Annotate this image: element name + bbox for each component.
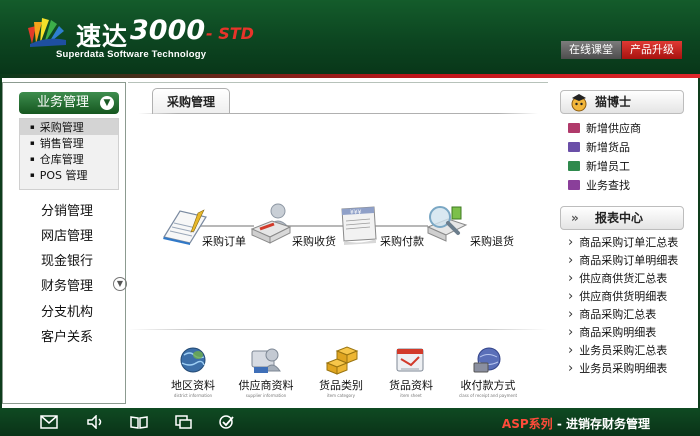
report-link[interactable]: 商品采购订单明细表 [568, 252, 678, 268]
link-new-employee[interactable]: 新增员工 [568, 158, 630, 174]
footer-brand-rest: - 进销存财务管理 [552, 417, 650, 431]
quick-item-category[interactable]: 货品类别 item category [308, 345, 374, 398]
book-icon [568, 180, 580, 190]
status-bar: ASP系列 - 进销存财务管理 [0, 408, 700, 436]
tab-underline [138, 113, 538, 114]
quick-category-label: 货品类别 [319, 379, 363, 392]
report-link[interactable]: 商品采购订单汇总表 [568, 234, 678, 250]
sidebar-item-cash-bank[interactable]: 现金银行 [41, 250, 93, 269]
flow-label-order[interactable]: 采购订单 [202, 233, 246, 249]
flow-label-return[interactable]: 采购退货 [470, 233, 514, 249]
cat-doctor-icon [571, 94, 587, 112]
tab-purchase-management[interactable]: 采购管理 [152, 88, 230, 114]
expert-title: 猫博士 [595, 95, 632, 109]
footer-brand-asp: ASP系列 [501, 417, 553, 431]
sidebar-item-crm[interactable]: 客户关系 [41, 326, 93, 345]
speaker-icon[interactable] [86, 415, 104, 429]
double-chevron-icon: » [571, 211, 579, 225]
report-link[interactable]: 供应商供货汇总表 [568, 270, 667, 286]
link-business-search-label: 业务查找 [586, 179, 630, 192]
payment-invoice-icon[interactable]: ¥¥¥ [336, 205, 382, 245]
boxes-icon [325, 346, 359, 375]
product-upgrade-button[interactable]: 产品升级 [622, 41, 682, 59]
quick-district-label: 地区资料 [171, 379, 215, 392]
link-new-item-label: 新增货品 [586, 141, 630, 154]
svg-text:¥¥¥: ¥¥¥ [350, 209, 362, 216]
report-link[interactable]: 业务员采购汇总表 [568, 342, 667, 358]
logo-edition: - STD [206, 24, 254, 43]
book-icon [568, 161, 580, 171]
report-link[interactable]: 供应商供货明细表 [568, 288, 667, 304]
quick-district-sub: district information [173, 393, 213, 398]
report-link[interactable]: 商品采购汇总表 [568, 306, 656, 322]
check-icon[interactable] [218, 415, 236, 429]
link-new-supplier[interactable]: 新增供应商 [568, 120, 641, 136]
mail-icon[interactable] [40, 415, 58, 429]
quick-item-label: 货品资料 [389, 379, 433, 392]
chevron-down-icon: ▼ [113, 277, 127, 291]
quick-payment-method[interactable]: 收付款方式 class of receipt and payment [448, 345, 528, 398]
submenu-item-pos[interactable]: POS 管理 [20, 167, 118, 183]
book-icon[interactable] [130, 415, 148, 429]
chevron-down-icon: ▼ [100, 96, 114, 110]
submenu-item-warehouse[interactable]: 仓库管理 [20, 151, 118, 167]
submenu-item-sales[interactable]: 销售管理 [20, 135, 118, 151]
quick-item-sub: item sheet [400, 393, 422, 398]
footer-brand: ASP系列 - 进销存财务管理 [502, 415, 650, 432]
quick-district-info[interactable]: 地区资料 district information [158, 345, 228, 398]
sidebar-item-distribution[interactable]: 分销管理 [41, 200, 93, 219]
app-header: 速达 3000 - STD Superdata Software Technol… [0, 0, 700, 78]
quick-category-sub: item category [327, 393, 355, 398]
window-icon[interactable] [174, 415, 192, 429]
quick-item-sheet[interactable]: 货品资料 item sheet [378, 345, 444, 398]
quick-payment-label: 收付款方式 [460, 379, 516, 392]
logo-fan-icon [28, 18, 66, 47]
report-link[interactable]: 业务员采购明细表 [568, 360, 667, 376]
link-business-search[interactable]: 业务查找 [568, 177, 630, 193]
main-panel: 采购管理 采购订单 采购收货 ¥¥¥ 采购付款 采购退货 地区资料 distri… [128, 82, 548, 404]
expert-header: 猫博士 [560, 90, 684, 114]
quick-payment-sub: class of receipt and payment [458, 393, 518, 398]
online-class-button[interactable]: 在线课堂 [561, 41, 622, 59]
link-new-employee-label: 新增员工 [586, 160, 630, 173]
globe-icon [180, 347, 206, 373]
book-icon [568, 142, 580, 152]
sidebar-item-finance-label: 财务管理 [41, 279, 94, 294]
submenu-item-purchase[interactable]: 采购管理 [20, 119, 118, 135]
quick-supplier-info[interactable]: 供应商资料 supplier information [226, 345, 306, 398]
quick-supplier-sub: supplier information [245, 393, 287, 398]
return-magnifier-icon[interactable] [424, 203, 470, 245]
section-divider [128, 329, 548, 330]
supplier-icon [251, 348, 281, 373]
sidebar-item-branches[interactable]: 分支机构 [41, 301, 93, 320]
sidebar-item-webshop[interactable]: 网店管理 [41, 225, 93, 244]
flow-label-payment[interactable]: 采购付款 [380, 233, 424, 249]
business-management-button[interactable]: 业务管理 ▼ [19, 92, 119, 114]
report-title: 报表中心 [595, 211, 644, 225]
sidebar-item-finance[interactable]: 财务管理 ▼ [41, 275, 127, 294]
link-new-supplier-label: 新增供应商 [586, 122, 641, 135]
book-icon [568, 123, 580, 133]
report-header: » 报表中心 [560, 206, 684, 230]
report-link[interactable]: 商品采购明细表 [568, 324, 656, 340]
sidebar: 业务管理 ▼ 采购管理 销售管理 仓库管理 POS 管理 分销管理 网店管理 现… [2, 82, 127, 404]
flow-label-receive[interactable]: 采购收货 [292, 233, 336, 249]
link-new-item[interactable]: 新增货品 [568, 139, 630, 155]
logo-chinese: 速达 [76, 22, 129, 51]
business-management-label: 业务管理 [37, 95, 90, 110]
logo-english: Superdata Software Technology [56, 49, 207, 60]
top-buttons: 在线课堂 产品升级 [561, 41, 682, 59]
payment-globe-icon [473, 347, 501, 373]
item-sheet-icon [396, 348, 424, 372]
right-panel: 猫博士 新增供应商 新增货品 新增员工 业务查找 » 报表中心 商品采购订单汇总… [552, 82, 698, 404]
quick-supplier-label: 供应商资料 [238, 379, 294, 392]
business-submenu: 采购管理 销售管理 仓库管理 POS 管理 [19, 118, 119, 190]
logo-number: 3000 [130, 15, 206, 46]
